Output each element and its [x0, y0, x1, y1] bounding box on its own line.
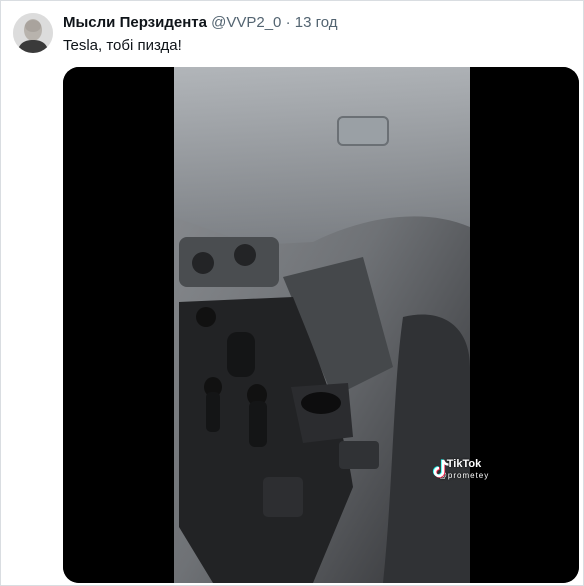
author-name[interactable]: Мысли Перзидента: [63, 14, 207, 31]
tweet-header: Мысли Перзидента @VVP2_0 · 13 год: [63, 14, 338, 32]
tweet-text: Tesla, тобі пизда!: [63, 37, 182, 54]
separator-dot: ·: [285, 14, 291, 31]
video-player[interactable]: TikTok @prometey: [63, 67, 579, 583]
avatar-portrait-icon: [13, 13, 53, 53]
tweet-timestamp[interactable]: 13 год: [295, 14, 338, 31]
video-frame-car-interior: [63, 67, 579, 583]
tiktok-watermark: TikTok @prometey: [429, 457, 499, 481]
avatar[interactable]: [13, 13, 53, 53]
tiktok-icon: [432, 459, 449, 478]
author-handle[interactable]: @VVP2_0: [211, 14, 281, 31]
tweet-card[interactable]: Мысли Перзидента @VVP2_0 · 13 год Tesla,…: [0, 0, 584, 586]
